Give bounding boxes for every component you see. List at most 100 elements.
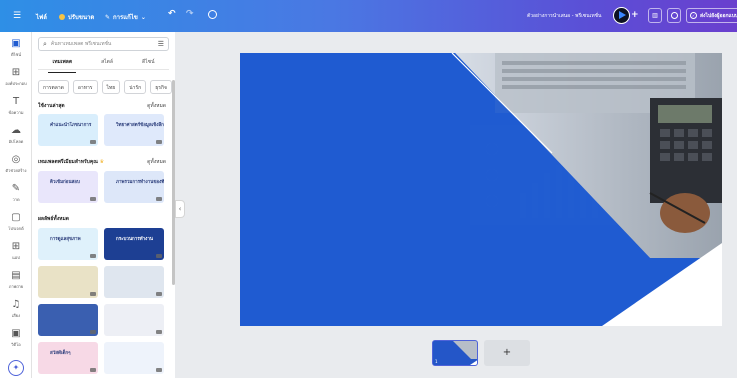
page-thumbnail-art <box>433 341 477 365</box>
chip-cute[interactable]: น่ารัก <box>124 80 147 94</box>
tab-design[interactable]: ดีไซน์ <box>142 58 155 69</box>
template-thumbnail[interactable]: กระบวนการทำงาน <box>104 228 164 260</box>
template-title: กระบวนการทำงาน <box>116 237 153 242</box>
chip-thai[interactable]: ไทย <box>101 80 121 94</box>
edit-menu[interactable]: ✎ การแก้ไข ⌄ <box>105 12 146 22</box>
presentation-type-icon <box>156 368 162 372</box>
rail-item-draw[interactable]: ✎ วาด <box>0 183 32 203</box>
slide-canvas[interactable] <box>240 53 722 326</box>
presentation-type-icon <box>90 292 96 296</box>
search-box[interactable]: ⌕ ค้นหาเทมเพลต พรีเซนเทชั่น ☰ <box>38 37 169 51</box>
search-icon: ⌕ <box>43 39 47 48</box>
rail-label: แอป <box>12 255 20 260</box>
undo-button[interactable]: ↶ <box>168 9 176 19</box>
presentation-type-icon <box>156 292 162 296</box>
template-thumbnail[interactable]: การดูแลสุขภาพ <box>38 228 98 260</box>
template-thumbnail[interactable]: ภาพรวมการทำงานของทีม <box>104 171 164 203</box>
uploads-icon: ☁ <box>11 125 21 136</box>
redo-icon: ↷ <box>186 9 194 19</box>
add-collaborator-button[interactable]: + <box>631 10 639 20</box>
template-thumbnail[interactable]: สวัสดีเด็กๆ <box>38 342 98 374</box>
bar-chart-icon: ▥ <box>652 12 658 19</box>
template-thumbnail[interactable] <box>38 304 98 336</box>
template-thumbnail[interactable] <box>104 342 164 374</box>
presentation-type-icon <box>90 197 96 201</box>
rail-item-audio[interactable]: ♫ เสียง <box>0 299 32 319</box>
audio-icon: ♫ <box>11 299 21 310</box>
apps-icon: ⊞ <box>11 241 21 252</box>
chip-business[interactable]: ธุรกิจ <box>150 80 172 94</box>
chevron-down-icon: ⌄ <box>140 13 146 21</box>
design-icon: ▣ <box>11 38 21 49</box>
section-title-text: เทมเพลตพรีเมียมสำหรับคุณ <box>38 159 98 165</box>
rail-item-magic[interactable]: ◎ ตัวช่วยสร้าง <box>0 154 32 174</box>
photos-icon: ▤ <box>11 270 21 281</box>
panel-tabs: เทมเพลต สไตล์ ดีไซน์ <box>38 58 169 73</box>
see-all-link[interactable]: ดูทั้งหมด <box>147 158 166 166</box>
chip-food[interactable]: อาหาร <box>72 80 98 94</box>
rail-label: ข้อความ <box>8 110 24 115</box>
share-label: ส่งไปยังผู้ออกแบบ <box>700 12 737 19</box>
collapse-panel-button[interactable]: ‹ <box>175 200 185 218</box>
rail-label: วิดีโอ <box>11 342 21 347</box>
search-input[interactable]: ค้นหาเทมเพลต พรีเซนเทชั่น <box>51 40 158 48</box>
rail-label: วาด <box>12 197 20 202</box>
redo-button[interactable]: ↷ <box>186 9 194 19</box>
rail-item-uploads[interactable]: ☁ อัปโหลด <box>0 125 32 145</box>
rail-item-text[interactable]: T ข้อความ <box>0 96 32 116</box>
presentation-type-icon <box>156 197 162 201</box>
rail-label: ดีไซน์ <box>10 52 22 57</box>
template-thumbnail[interactable]: วิทยาศาสตร์ข้อมูลเชิงลึก <box>104 114 164 146</box>
rail-label: ภาพถ่าย <box>8 284 24 289</box>
section-all: ผลลัพธ์ทั้งหมด <box>38 215 166 223</box>
panel-scrollbar[interactable] <box>172 80 175 285</box>
presentation-type-icon <box>90 330 96 334</box>
rail-item-projects[interactable]: ▢ โปรเจกต์ <box>0 212 32 232</box>
tab-styles[interactable]: สไตล์ <box>101 58 113 69</box>
magic-icon: ◎ <box>11 154 21 165</box>
tab-templates[interactable]: เทมเพลต <box>48 58 76 73</box>
hamburger-icon: ☰ <box>12 11 22 21</box>
rail-item-design[interactable]: ▣ ดีไซน์ <box>0 38 32 58</box>
rail-label: องค์ประกอบ <box>5 81 27 86</box>
page-thumbnail[interactable]: 1 <box>432 340 478 366</box>
user-avatar[interactable] <box>613 7 630 24</box>
rail-item-videos[interactable]: ▣ วิดีโอ <box>0 328 32 348</box>
see-all-link[interactable]: ดูทั้งหมด <box>147 102 166 110</box>
resize-button[interactable]: ปรับขนาด <box>59 12 94 22</box>
menu-button[interactable]: ☰ <box>10 10 24 22</box>
template-title: สวัสดีเด็กๆ <box>50 351 71 356</box>
rail-item-elements[interactable]: ⊞ องค์ประกอบ <box>0 67 32 87</box>
magic-button[interactable]: ✦ <box>8 360 24 376</box>
draw-icon: ✎ <box>11 183 21 194</box>
page-strip: 1 + <box>432 340 530 366</box>
template-thumbnail[interactable]: ติวเข้มก่อนสอบ <box>38 171 98 203</box>
template-thumbnail[interactable] <box>38 266 98 298</box>
category-chips: การตลาด อาหาร ไทย น่ารัก ธุรกิจ <box>38 80 172 94</box>
comment-button[interactable] <box>667 8 681 23</box>
chip-marketing[interactable]: การตลาด <box>38 80 69 94</box>
add-page-button[interactable]: + <box>484 340 530 366</box>
resize-label: ปรับขนาด <box>68 14 95 21</box>
share-button[interactable]: ✓ ส่งไปยังผู้ออกแบบ <box>686 8 737 23</box>
analytics-button[interactable]: ▥ <box>648 8 662 23</box>
presentation-type-icon <box>90 254 96 258</box>
document-title[interactable]: ตัวอย่างการนำเสนอ - พรีเซนเทชั่น <box>527 12 601 20</box>
rail-item-photos[interactable]: ▤ ภาพถ่าย <box>0 270 32 290</box>
template-thumbnail[interactable] <box>104 304 164 336</box>
rail-label: อัปโหลด <box>8 139 24 144</box>
file-menu[interactable]: ไฟล์ <box>36 12 47 22</box>
template-thumbnail[interactable] <box>104 266 164 298</box>
template-thumbnail[interactable]: คำแนะนำโภชนาการ <box>38 114 98 146</box>
filter-icon[interactable]: ☰ <box>158 40 164 48</box>
presentation-type-icon <box>156 140 162 144</box>
videos-icon: ▣ <box>11 328 21 339</box>
cloud-sync-button[interactable] <box>208 10 217 19</box>
undo-icon: ↶ <box>168 9 176 19</box>
section-premium: เทมเพลตพรีเมียมสำหรับคุณ ♛ ดูทั้งหมด <box>38 158 166 166</box>
section-title: เทมเพลตพรีเมียมสำหรับคุณ ♛ <box>38 158 104 166</box>
text-icon: T <box>12 96 20 107</box>
rail-item-apps[interactable]: ⊞ แอป <box>0 241 32 261</box>
plus-icon: + <box>631 10 639 20</box>
crown-icon <box>59 14 65 20</box>
